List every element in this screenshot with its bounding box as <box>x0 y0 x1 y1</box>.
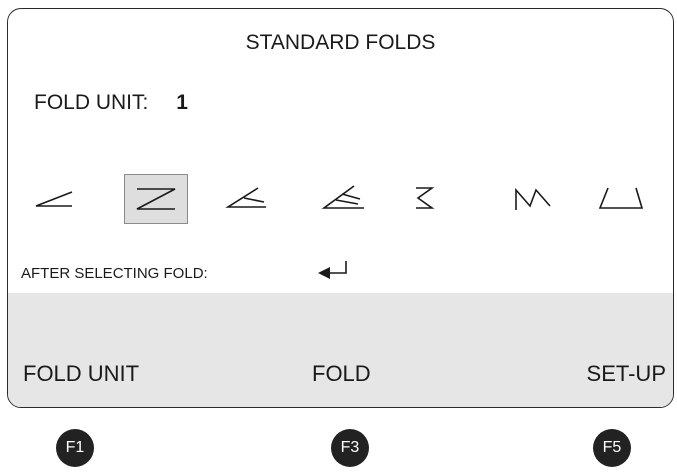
fold-unit-value: 1 <box>176 91 188 114</box>
letter-fold-icon[interactable] <box>218 174 282 224</box>
accordion-fold-icon[interactable] <box>396 174 460 224</box>
fold-unit-row: FOLD UNIT: 1 <box>34 91 188 115</box>
softkey-bar <box>8 293 673 407</box>
enter-icon <box>316 257 356 288</box>
double-parallel-fold-icon[interactable] <box>312 174 376 224</box>
fold-softkey[interactable]: FOLD <box>312 361 371 387</box>
single-fold-icon[interactable] <box>22 174 86 224</box>
screen-title: STANDARD FOLDS <box>245 31 436 54</box>
display-screen: STANDARD FOLDS FOLD UNIT: 1 AFTER SELECT… <box>7 8 674 408</box>
z-fold-icon[interactable] <box>124 174 188 224</box>
f1-key[interactable]: F1 <box>56 429 94 467</box>
set-up-softkey[interactable]: SET-UP <box>587 361 666 387</box>
f5-key[interactable]: F5 <box>593 429 631 467</box>
after-selecting-label: AFTER SELECTING FOLD: <box>21 265 208 282</box>
f3-key[interactable]: F3 <box>331 429 369 467</box>
w-fold-icon[interactable] <box>502 174 566 224</box>
gate-fold-icon[interactable] <box>592 174 656 224</box>
fold-unit-label: FOLD UNIT: <box>34 91 149 114</box>
fold-unit-softkey[interactable]: FOLD UNIT <box>23 361 139 387</box>
